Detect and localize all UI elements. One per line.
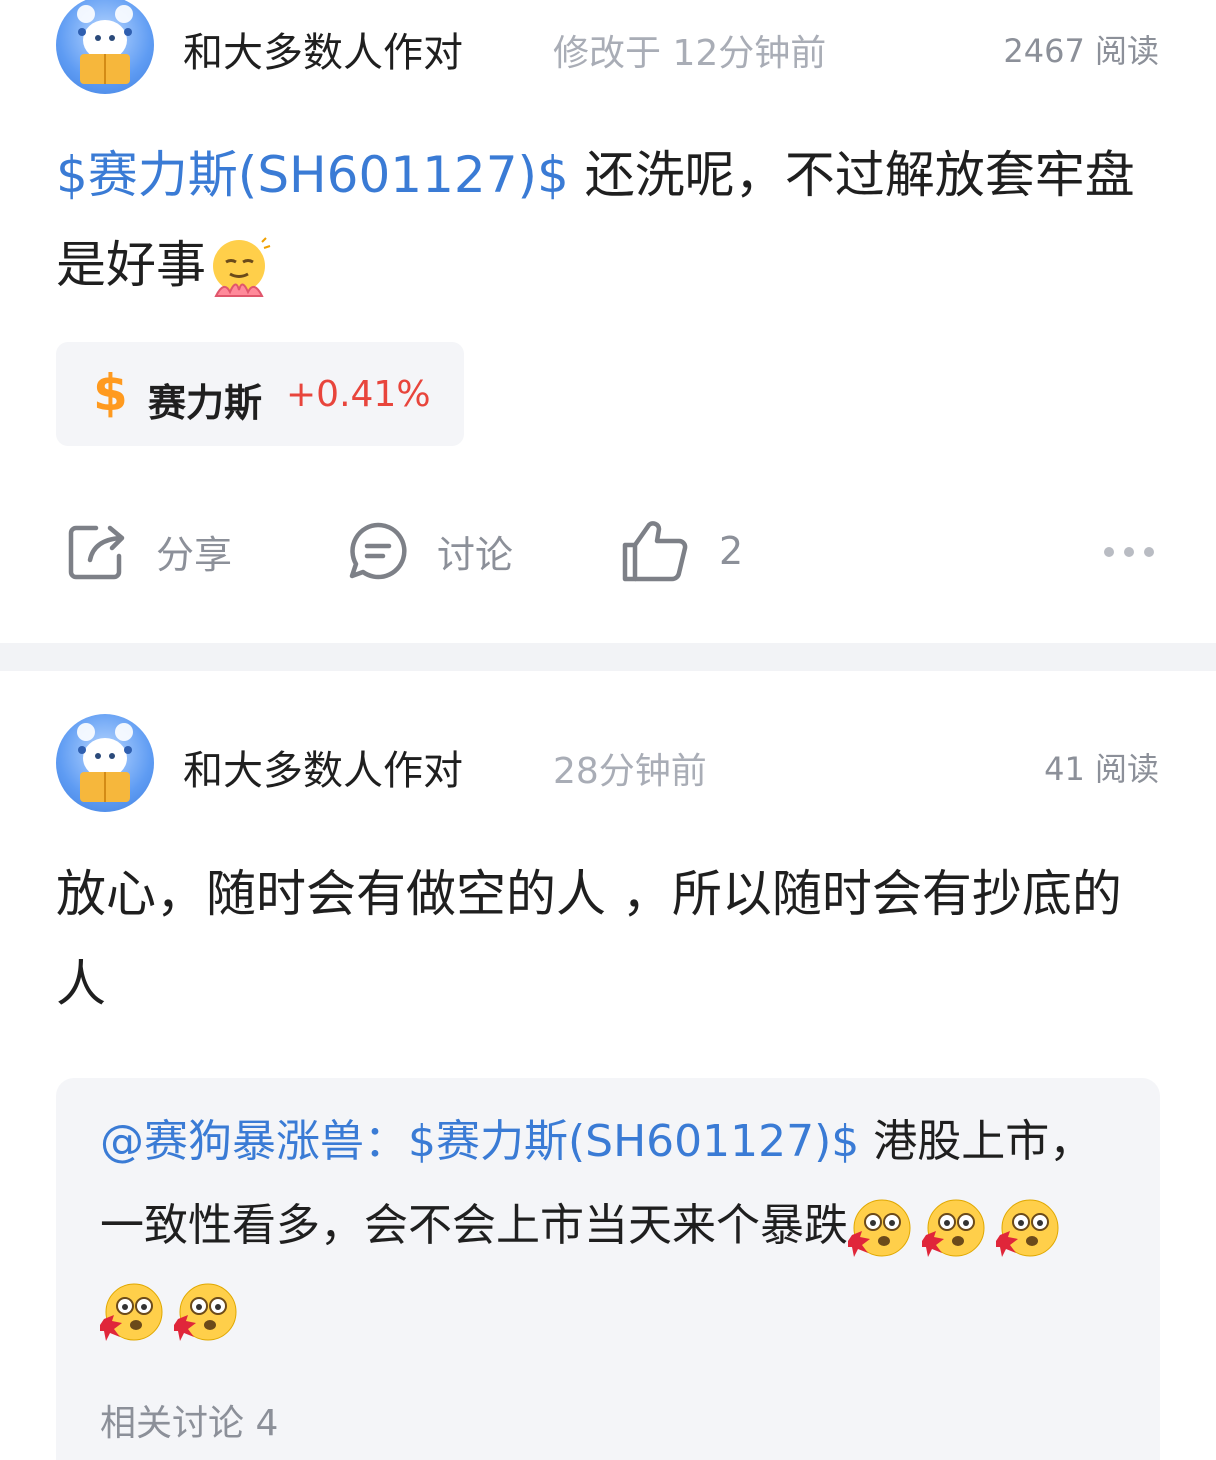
stock-change: +0.41%	[286, 374, 431, 415]
share-icon	[68, 525, 125, 580]
quoted-user-link[interactable]: @赛狗暴涨兽：	[100, 1116, 408, 1167]
share-label: 分享	[156, 532, 233, 577]
shocked-bleeding-emoji	[174, 1283, 237, 1341]
read-count: 41 阅读	[1044, 750, 1159, 788]
stock-name: 赛力斯	[148, 381, 263, 425]
stock-tag-link[interactable]: $赛力斯(SH601127)$	[408, 1116, 859, 1167]
avatar[interactable]	[56, 0, 154, 94]
dollar-icon: $	[93, 364, 128, 422]
discuss-button[interactable]: 讨论	[347, 518, 513, 584]
quoted-post[interactable]: @赛狗暴涨兽：$赛力斯(SH601127)$ 港股上市，一致性看多，会不会上市当…	[56, 1078, 1160, 1460]
post-card: 和大多数人作对 28分钟前 41 阅读 放心，随时会有做空的人 ，所以随时会有抄…	[0, 671, 1216, 1460]
share-button[interactable]: 分享	[66, 518, 232, 584]
comment-icon	[349, 522, 407, 580]
shocked-bleeding-emoji	[996, 1199, 1059, 1257]
post-time: 修改于 12分钟前	[553, 33, 827, 74]
post-time: 28分钟前	[553, 751, 707, 792]
avatar-image	[77, 723, 133, 802]
more-icon[interactable]	[1102, 544, 1156, 560]
shocked-bleeding-emoji	[100, 1283, 163, 1341]
post-body: $赛力斯(SH601127)$ 还洗呢，不过解放套牢盘是好事	[56, 130, 1166, 310]
related-discussions[interactable]: 相关讨论 4	[100, 1394, 278, 1446]
stock-card[interactable]: $ 赛力斯 +0.41%	[56, 342, 464, 446]
discuss-label: 讨论	[437, 532, 514, 577]
like-button[interactable]: 2	[621, 518, 743, 584]
post-body: 放心，随时会有做空的人 ，所以随时会有抄底的人	[56, 865, 1122, 1013]
like-count: 2	[719, 529, 744, 573]
avatar-image	[77, 5, 133, 84]
smirk-lotus-emoji	[213, 236, 271, 297]
read-count: 2467 阅读	[1003, 32, 1159, 70]
author-name[interactable]: 和大多数人作对	[183, 20, 463, 78]
post-card: 和大多数人作对 修改于 12分钟前 2467 阅读 $赛力斯(SH601127)…	[0, 0, 1216, 643]
stock-tag-link[interactable]: $赛力斯(SH601127)$	[56, 146, 569, 204]
author-name[interactable]: 和大多数人作对	[183, 738, 463, 796]
avatar[interactable]	[56, 714, 154, 812]
shocked-bleeding-emoji	[922, 1199, 985, 1257]
quoted-text: @赛狗暴涨兽：$赛力斯(SH601127)$ 港股上市，一致性看多，会不会上市当…	[100, 1100, 1110, 1352]
thumbs-up-icon	[622, 521, 688, 582]
shocked-bleeding-emoji	[848, 1199, 911, 1257]
section-divider	[0, 643, 1216, 671]
